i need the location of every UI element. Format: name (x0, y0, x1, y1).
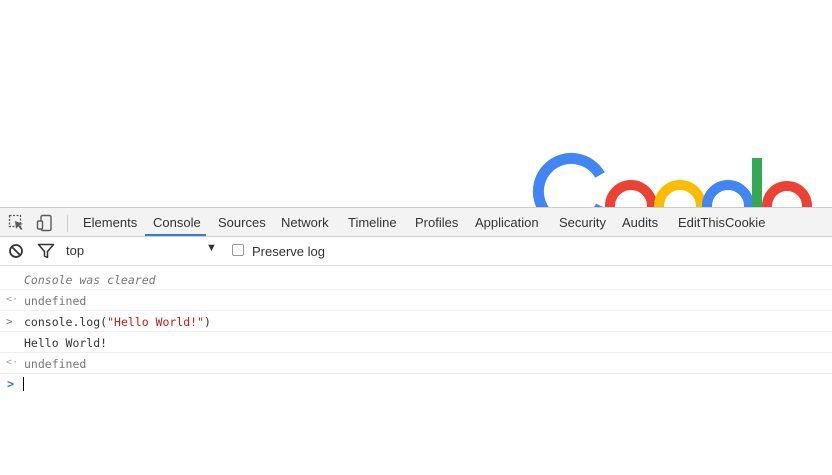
result-arrow-icon: <· (6, 294, 19, 305)
console-input-code[interactable]: console.log("Hello World!") (24, 315, 211, 329)
google-logo (532, 152, 812, 207)
tab-console[interactable]: Console (153, 208, 201, 237)
device-toolbar-icon[interactable] (36, 214, 54, 232)
tab-elements[interactable]: Elements (83, 208, 137, 237)
code-suffix: ) (204, 315, 211, 329)
console-message-text: Hello World! (24, 336, 108, 350)
code-prefix: console.log( (24, 315, 108, 329)
tab-timeline[interactable]: Timeline (348, 208, 397, 237)
tab-application[interactable]: Application (475, 208, 539, 237)
active-tab-indicator (145, 234, 206, 236)
devtools-tab-bar: Elements Console Sources Network Timelin… (0, 207, 832, 237)
console-message: Console was cleared (0, 269, 832, 290)
console-message: > console.log("Hello World!") (0, 311, 832, 332)
console-toolbar: top ▼ Preserve log (0, 237, 832, 266)
console-message-text: undefined (24, 357, 87, 371)
tab-security[interactable]: Security (559, 208, 606, 237)
page-viewport (0, 0, 832, 207)
tab-network[interactable]: Network (281, 208, 329, 237)
toolbar-divider (67, 215, 68, 232)
console-message-text: undefined (24, 294, 87, 308)
result-arrow-icon: <· (6, 357, 19, 368)
tab-sources[interactable]: Sources (218, 208, 266, 237)
prompt-chevron-icon: > (7, 377, 15, 391)
tab-audits[interactable]: Audits (622, 208, 658, 237)
tab-editthiscookie[interactable]: EditThisCookie (678, 208, 765, 237)
console-message-text: Console was cleared (24, 273, 156, 287)
context-selector[interactable]: top (66, 243, 84, 258)
console-message: <· undefined (0, 353, 832, 374)
text-cursor (23, 377, 24, 391)
console-prompt[interactable]: > (0, 374, 832, 395)
tab-profiles[interactable]: Profiles (415, 208, 458, 237)
console-message: <· undefined (0, 290, 832, 311)
filter-icon[interactable] (37, 243, 55, 259)
chevron-down-icon[interactable]: ▼ (206, 242, 217, 254)
clear-console-icon[interactable] (8, 243, 24, 259)
code-string: "Hello World!" (107, 315, 205, 329)
input-arrow-icon: > (6, 315, 13, 328)
inspect-element-icon[interactable] (8, 214, 26, 232)
console-message: Hello World! (0, 332, 832, 353)
devtools-panel: Elements Console Sources Network Timelin… (0, 207, 832, 475)
preserve-log-label[interactable]: Preserve log (252, 244, 325, 259)
preserve-log-checkbox[interactable] (232, 244, 244, 256)
